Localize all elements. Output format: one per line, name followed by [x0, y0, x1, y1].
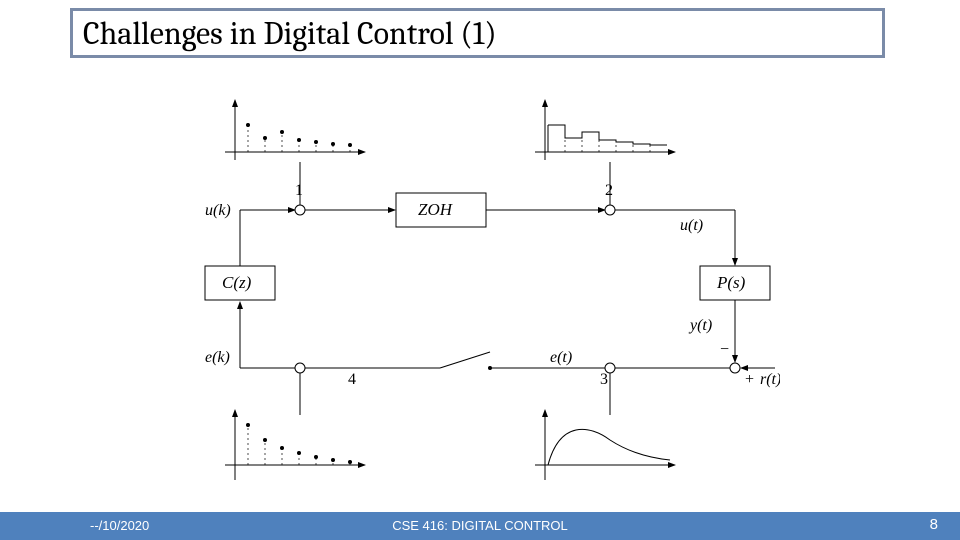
plot-ek	[225, 410, 365, 480]
title-box: Challenges in Digital Control (1)	[70, 8, 885, 58]
node-2	[605, 205, 615, 215]
node-3-dot	[605, 363, 615, 373]
label-plus: +	[745, 371, 754, 388]
block-diagram: u(k) 1 ZOH 2 u(t) P(s) y(t) −	[180, 70, 780, 490]
diagram-svg: u(k) 1 ZOH 2 u(t) P(s) y(t) −	[180, 70, 780, 490]
plot-uk	[225, 100, 365, 160]
footer-page: 8	[930, 516, 938, 533]
label-ut: u(t)	[680, 217, 703, 234]
footer-course: CSE 416: DIGITAL CONTROL	[0, 518, 960, 533]
node-3	[730, 363, 740, 373]
label-zoh: ZOH	[418, 200, 454, 219]
slide: Challenges in Digital Control (1)	[0, 0, 960, 540]
label-ps: P(s)	[716, 273, 746, 292]
page-title: Challenges in Digital Control (1)	[83, 15, 872, 52]
label-et: e(t)	[550, 349, 572, 366]
label-ek: e(k)	[205, 349, 230, 366]
footer-bar: --/10/2020 CSE 416: DIGITAL CONTROL 8	[0, 512, 960, 540]
label-rt: r(t)	[760, 371, 780, 388]
plot-et	[535, 410, 675, 480]
label-uk: u(k)	[205, 202, 231, 219]
label-yt: y(t)	[688, 317, 712, 334]
label-n2: 2	[605, 182, 613, 199]
node-1	[295, 205, 305, 215]
label-n3b: 3	[600, 371, 608, 388]
node-4	[295, 363, 305, 373]
plot-ut	[535, 100, 675, 160]
label-minus: −	[720, 341, 729, 358]
label-n4: 4	[348, 371, 356, 388]
label-cz: C(z)	[222, 273, 252, 292]
label-n1: 1	[295, 182, 303, 199]
